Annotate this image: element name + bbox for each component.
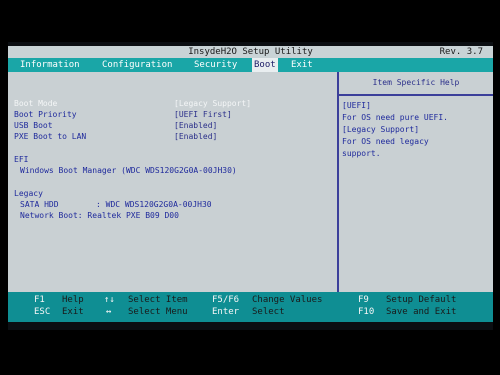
usb-boot-label: USB Boot (14, 121, 53, 130)
help-line-4: For OS need legacy (342, 137, 429, 146)
help-line-1: [UEFI] (342, 101, 371, 110)
f1-key: F1 (34, 295, 45, 305)
setting-boot-mode[interactable]: Boot Mode (14, 98, 57, 109)
f10-desc: Save and Exit (386, 307, 457, 317)
boot-mode-value-text: [Legacy Support] (174, 99, 252, 108)
efi-boot-item-text: Windows Boot Manager (WDC WDS120G2G0A-00… (20, 166, 237, 175)
esc-key: ESC (34, 307, 51, 317)
help-text: [UEFI] For OS need pure UEFI. [Legacy Su… (342, 100, 492, 160)
boot-mode-label: Boot Mode (14, 99, 58, 108)
sata-label: SATA HDD (20, 200, 59, 209)
f10-key: F10 (358, 307, 375, 317)
setting-pxe-boot[interactable]: PXE Boot to LAN (14, 131, 86, 142)
f9-desc: Setup Default (386, 295, 457, 305)
legacy-network-item[interactable]: Network Boot: Realtek PXE B09 D00 (20, 210, 179, 221)
tab-information[interactable]: Information (18, 58, 82, 72)
enter-key: Enter (212, 307, 240, 317)
efi-heading-text: EFI (14, 155, 29, 164)
setting-usb-boot[interactable]: USB Boot (14, 120, 53, 131)
network-boot-text: Network Boot: Realtek PXE B09 D00 (20, 211, 179, 220)
f5f6-key: F5/F6 (212, 295, 240, 305)
panel-divider (337, 72, 339, 292)
boot-priority-value[interactable]: [UEFI First] (174, 109, 232, 120)
tab-security[interactable]: Security (192, 58, 239, 72)
help-line-3: [Legacy Support] (342, 125, 420, 134)
tab-configuration[interactable]: Configuration (100, 58, 174, 72)
setting-boot-priority[interactable]: Boot Priority (14, 109, 77, 120)
main-panel: Boot Mode [Legacy Support] Boot Priority… (8, 72, 493, 292)
usb-boot-value-text: [Enabled] (174, 121, 218, 130)
boot-priority-value-text: [UEFI First] (174, 110, 232, 119)
esc-desc: Exit (62, 307, 84, 317)
help-line-2: For OS need pure UEFI. (342, 113, 448, 122)
legacy-sata-item[interactable]: SATA HDD (20, 199, 59, 210)
legacy-heading: Legacy (14, 188, 43, 199)
title-bar: InsydeH2O Setup Utility Rev. 3.7 (8, 46, 493, 58)
menu-bar: Information Configuration Security Boot … (8, 58, 493, 72)
tab-boot[interactable]: Boot (252, 58, 278, 72)
left-right-desc: Select Menu (128, 307, 188, 317)
pxe-boot-label: PXE Boot to LAN (14, 132, 87, 141)
boot-mode-value[interactable]: [Legacy Support] (174, 98, 251, 109)
help-separator (339, 94, 493, 96)
f1-desc: Help (62, 295, 84, 305)
boot-priority-label: Boot Priority (14, 110, 77, 119)
help-heading: Item Specific Help (372, 78, 460, 87)
legacy-heading-text: Legacy (14, 189, 43, 198)
up-down-desc: Select Item (128, 295, 188, 305)
left-right-keys: ↔ (106, 307, 112, 317)
key-legend: F1 Help ESC Exit ↑↓ Select Item ↔ Select… (8, 292, 493, 322)
f9-key: F9 (358, 295, 369, 305)
pxe-boot-value[interactable]: [Enabled] (174, 131, 217, 142)
efi-boot-item[interactable]: Windows Boot Manager (WDC WDS120G2G0A-00… (20, 165, 237, 176)
help-line-5: support. (342, 149, 381, 158)
tab-exit[interactable]: Exit (289, 58, 315, 72)
efi-heading: EFI (14, 154, 28, 165)
enter-desc: Select (252, 307, 285, 317)
revision-label: Rev. 3.7 (439, 47, 483, 57)
utility-title: InsydeH2O Setup Utility (188, 47, 313, 57)
f5f6-desc: Change Values (252, 295, 323, 305)
pxe-boot-value-text: [Enabled] (174, 132, 218, 141)
usb-boot-value[interactable]: [Enabled] (174, 120, 217, 131)
sata-value-text: : WDC WDS120G2G0A-00JH30 (96, 200, 212, 209)
legacy-sata-value[interactable]: : WDC WDS120G2G0A-00JH30 (96, 199, 212, 210)
up-down-keys: ↑↓ (104, 295, 115, 305)
